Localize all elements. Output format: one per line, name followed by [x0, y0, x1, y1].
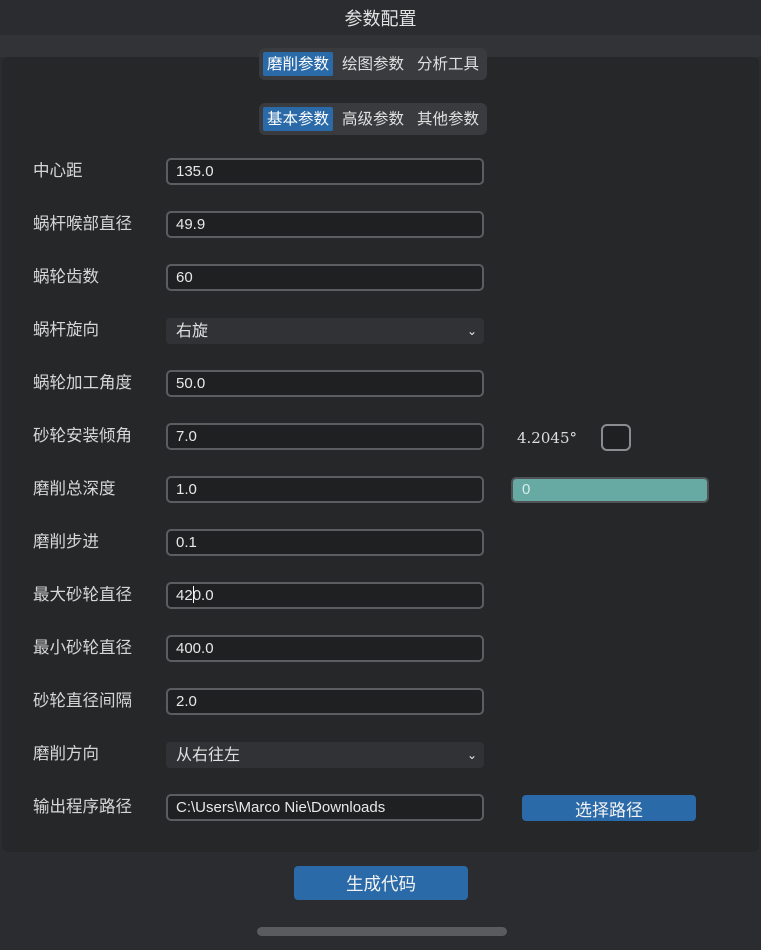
window-title: 参数配置	[344, 8, 417, 30]
max-wheel-diameter-label: 最大砂轮直径	[33, 585, 132, 604]
progress-bar: 0	[511, 477, 709, 503]
chevron-down-icon: ⌄	[466, 324, 477, 338]
wheel-diameter-interval-input[interactable]: 2.0	[166, 688, 484, 715]
total-grinding-depth-input[interactable]: 1.0	[166, 476, 484, 503]
worm-wheel-teeth-input[interactable]: 60	[166, 264, 484, 291]
horizontal-scrollbar[interactable]	[257, 927, 507, 936]
tab-basic-params[interactable]: 基本参数	[263, 107, 334, 131]
window-title-bar: 参数配置	[0, 0, 761, 35]
wheel-install-tilt-input[interactable]: 7.0	[166, 423, 484, 450]
max-wheel-diameter-value-after-cursor: 0.0	[192, 587, 214, 604]
grinding-direction-selected: 从右往左	[176, 745, 241, 764]
sub-tab-bar: 基本参数 高级参数 其他参数	[259, 103, 488, 135]
grinding-direction-select[interactable]: 从右往左 ⌄	[166, 742, 484, 768]
wheel-install-tilt-label: 砂轮安装倾角	[33, 426, 132, 445]
worm-machining-angle-input[interactable]: 50.0	[166, 370, 484, 397]
progress-bar-fill	[513, 479, 707, 501]
tab-analysis-tools[interactable]: 分析工具	[413, 52, 483, 76]
worm-throat-diameter-input[interactable]: 49.9	[166, 211, 484, 238]
max-wheel-diameter-value-before-cursor: 42	[176, 587, 193, 604]
center-distance-input[interactable]: 135.0	[166, 158, 484, 185]
generate-code-button[interactable]: 生成代码	[294, 866, 468, 900]
angle-checkbox[interactable]	[601, 424, 631, 451]
min-wheel-diameter-input[interactable]: 400.0	[166, 635, 484, 662]
tab-grinding-params[interactable]: 磨削参数	[263, 52, 334, 76]
max-wheel-diameter-input[interactable]: 420.0	[166, 582, 484, 609]
tab-advanced-params[interactable]: 高级参数	[338, 107, 408, 131]
min-wheel-diameter-label: 最小砂轮直径	[33, 638, 132, 657]
worm-hand-select[interactable]: 右旋 ⌄	[166, 318, 484, 344]
select-path-button[interactable]: 选择路径	[522, 795, 696, 821]
worm-hand-label: 蜗杆旋向	[33, 320, 99, 339]
tab-plot-params[interactable]: 绘图参数	[338, 52, 408, 76]
grinding-step-label: 磨削步进	[33, 532, 99, 551]
output-path-input[interactable]: C:\Users\Marco Nie\Downloads	[166, 794, 484, 821]
total-grinding-depth-label: 磨削总深度	[33, 479, 116, 498]
top-tab-bar: 磨削参数 绘图参数 分析工具	[259, 48, 488, 80]
center-distance-label: 中心距	[33, 161, 83, 180]
wheel-diameter-interval-label: 砂轮直径间隔	[33, 691, 132, 710]
grinding-direction-label: 磨削方向	[33, 744, 99, 763]
worm-machining-angle-label: 蜗轮加工角度	[33, 373, 132, 392]
output-path-label: 输出程序路径	[33, 797, 132, 816]
worm-throat-diameter-label: 蜗杆喉部直径	[33, 214, 132, 233]
worm-hand-selected: 右旋	[176, 321, 209, 340]
grinding-step-input[interactable]: 0.1	[166, 529, 484, 556]
tab-other-params[interactable]: 其他参数	[413, 107, 483, 131]
progress-text: 0	[522, 481, 531, 498]
computed-angle-readout: 4.2045°	[517, 429, 577, 447]
chevron-down-icon: ⌄	[466, 748, 477, 762]
worm-wheel-teeth-label: 蜗轮齿数	[33, 267, 99, 286]
